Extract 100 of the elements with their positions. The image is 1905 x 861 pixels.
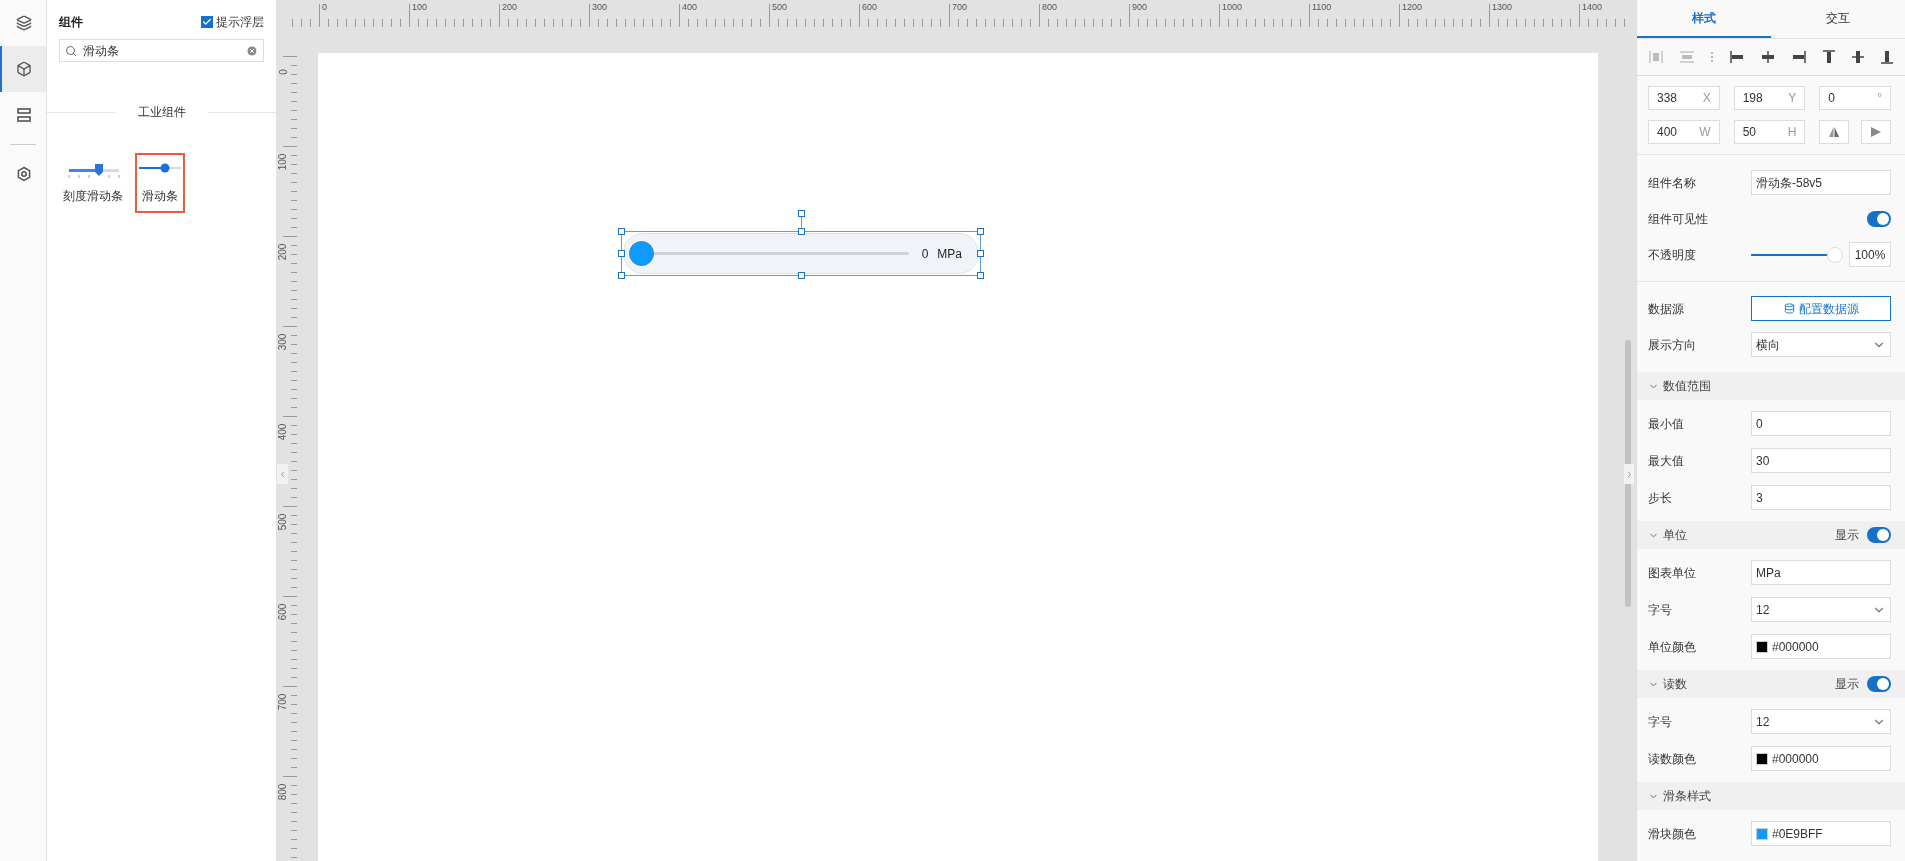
field-label: 组件可见性 bbox=[1648, 210, 1709, 228]
ruler-label: 700 bbox=[952, 3, 968, 12]
ruler-label: 1100 bbox=[1312, 3, 1332, 12]
ruler-label: 1400 bbox=[1582, 3, 1603, 12]
scale-slider-icon bbox=[65, 163, 121, 179]
input-field[interactable]: 0 bbox=[1751, 411, 1891, 436]
field-label: 步长 bbox=[1648, 489, 1673, 507]
rotate-handle[interactable] bbox=[798, 210, 805, 228]
ruler-label: 100 bbox=[412, 3, 428, 12]
slider-reading: 0 bbox=[921, 245, 929, 263]
ruler-label: 600 bbox=[278, 603, 289, 621]
collapse-handle[interactable] bbox=[277, 464, 288, 484]
color-field[interactable]: #000000 bbox=[1751, 746, 1891, 771]
show-label: 显示 bbox=[1835, 676, 1859, 693]
ruler-label: 300 bbox=[592, 3, 608, 12]
ruler-label: 1300 bbox=[1492, 3, 1513, 12]
align-bottom-icon bbox=[1881, 50, 1893, 64]
section-header[interactable]: 单位 显示 bbox=[1637, 521, 1905, 549]
field-label: 字号 bbox=[1648, 713, 1673, 731]
section-header[interactable]: 滑条样式 bbox=[1637, 782, 1905, 810]
section-header[interactable]: 读数 显示 bbox=[1637, 670, 1905, 698]
scrollbar[interactable] bbox=[1625, 340, 1631, 607]
flip-horizontal-button[interactable] bbox=[1861, 120, 1891, 144]
resize-handle[interactable] bbox=[977, 228, 984, 235]
ruler-label: 1200 bbox=[1402, 3, 1423, 12]
align-right-icon bbox=[1792, 51, 1806, 63]
tab[interactable]: 样式 bbox=[1637, 0, 1771, 38]
number-field[interactable]: 198 Y bbox=[1733, 86, 1806, 110]
search-icon bbox=[65, 44, 77, 57]
ruler-label: 200 bbox=[502, 3, 518, 12]
select-field[interactable]: 横向 bbox=[1751, 332, 1891, 357]
select-field[interactable]: 12 bbox=[1751, 597, 1891, 622]
component-item[interactable]: 滑动条 bbox=[135, 153, 185, 213]
toggle-switch[interactable] bbox=[1867, 210, 1891, 227]
panel-title: 组件 bbox=[59, 14, 83, 31]
input-field[interactable]: MPa bbox=[1751, 560, 1891, 585]
resize-handle[interactable] bbox=[977, 250, 984, 257]
color-field[interactable]: #000000 bbox=[1751, 634, 1891, 659]
resize-handle[interactable] bbox=[618, 272, 625, 279]
datasource-button[interactable]: 配置数据源 bbox=[1751, 296, 1891, 321]
ruler-label: 900 bbox=[1132, 3, 1148, 12]
settings-icon bbox=[16, 166, 32, 182]
resize-handle[interactable] bbox=[977, 272, 984, 279]
component-label: 刻度滑动条 bbox=[63, 188, 123, 205]
checkbox[interactable] bbox=[201, 16, 213, 28]
ruler-label: 800 bbox=[1042, 3, 1058, 12]
group-title: 工业组件 bbox=[115, 103, 208, 121]
input-field[interactable]: 滑动条-58v5 bbox=[1751, 170, 1891, 195]
color-field[interactable]: #0E9BFF bbox=[1751, 821, 1891, 846]
tab[interactable]: 交互 bbox=[1771, 0, 1905, 38]
component-item[interactable]: 刻度滑动条 bbox=[59, 153, 127, 213]
select-field[interactable]: 12 bbox=[1751, 709, 1891, 734]
resize-handle[interactable] bbox=[618, 250, 625, 257]
slider-unit: MPa bbox=[937, 245, 962, 263]
field-label: 组件名称 bbox=[1648, 174, 1697, 192]
align-middle-icon bbox=[1852, 50, 1864, 64]
ruler-label: 500 bbox=[278, 513, 289, 531]
ruler-label: 300 bbox=[278, 333, 289, 351]
resize-handle[interactable] bbox=[798, 272, 805, 279]
slider-thumb[interactable] bbox=[629, 241, 654, 266]
ruler-label: 100 bbox=[278, 153, 289, 171]
field-label: 滑块颜色 bbox=[1648, 825, 1697, 843]
field-label: 字号 bbox=[1648, 601, 1673, 619]
opacity-slider[interactable] bbox=[1751, 246, 1843, 263]
number-field[interactable]: 50 H bbox=[1733, 120, 1806, 144]
checkbox-label: 提示浮层 bbox=[216, 14, 264, 31]
slider-icon bbox=[139, 163, 181, 173]
resize-handle[interactable] bbox=[618, 228, 625, 235]
field-label: 读数颜色 bbox=[1648, 750, 1697, 768]
align-center-icon bbox=[1761, 51, 1775, 63]
cube-icon bbox=[16, 61, 32, 77]
show-label: 显示 bbox=[1835, 527, 1859, 544]
search-field[interactable]: 滑动条 bbox=[59, 39, 264, 62]
sidebar-tab[interactable] bbox=[0, 46, 46, 92]
field-label: 图表单位 bbox=[1648, 564, 1697, 582]
collapse-handle[interactable] bbox=[1624, 464, 1634, 484]
number-field[interactable]: 338 X bbox=[1648, 86, 1720, 110]
ruler-label: 600 bbox=[862, 3, 878, 12]
resize-handle[interactable] bbox=[798, 228, 805, 235]
distribute-vertical-icon bbox=[1680, 51, 1694, 63]
field-label: 单位颜色 bbox=[1648, 638, 1697, 656]
section-header[interactable]: 数值范围 bbox=[1637, 372, 1905, 400]
field-label: 不透明度 bbox=[1648, 246, 1697, 264]
panels-icon bbox=[16, 107, 32, 123]
input-field[interactable]: 30 bbox=[1751, 448, 1891, 473]
number-field[interactable]: 0 ° bbox=[1819, 86, 1891, 110]
toggle-switch[interactable] bbox=[1867, 527, 1891, 543]
check-icon bbox=[202, 17, 212, 27]
field-label: 展示方向 bbox=[1648, 336, 1697, 354]
ruler-label: 0 bbox=[278, 69, 289, 75]
number-field[interactable]: 400 W bbox=[1648, 120, 1720, 144]
toggle-switch[interactable] bbox=[1867, 676, 1891, 692]
align-left-icon bbox=[1730, 51, 1744, 63]
field-label: 数据源 bbox=[1648, 300, 1685, 318]
component-label: 滑动条 bbox=[142, 188, 178, 205]
flip-vertical-button[interactable] bbox=[1819, 120, 1850, 144]
input-field[interactable]: 3 bbox=[1751, 485, 1891, 510]
opacity-reading[interactable]: 100% bbox=[1849, 242, 1891, 267]
distribute-horizontal-icon bbox=[1649, 51, 1663, 63]
ruler-label: 400 bbox=[278, 423, 289, 441]
